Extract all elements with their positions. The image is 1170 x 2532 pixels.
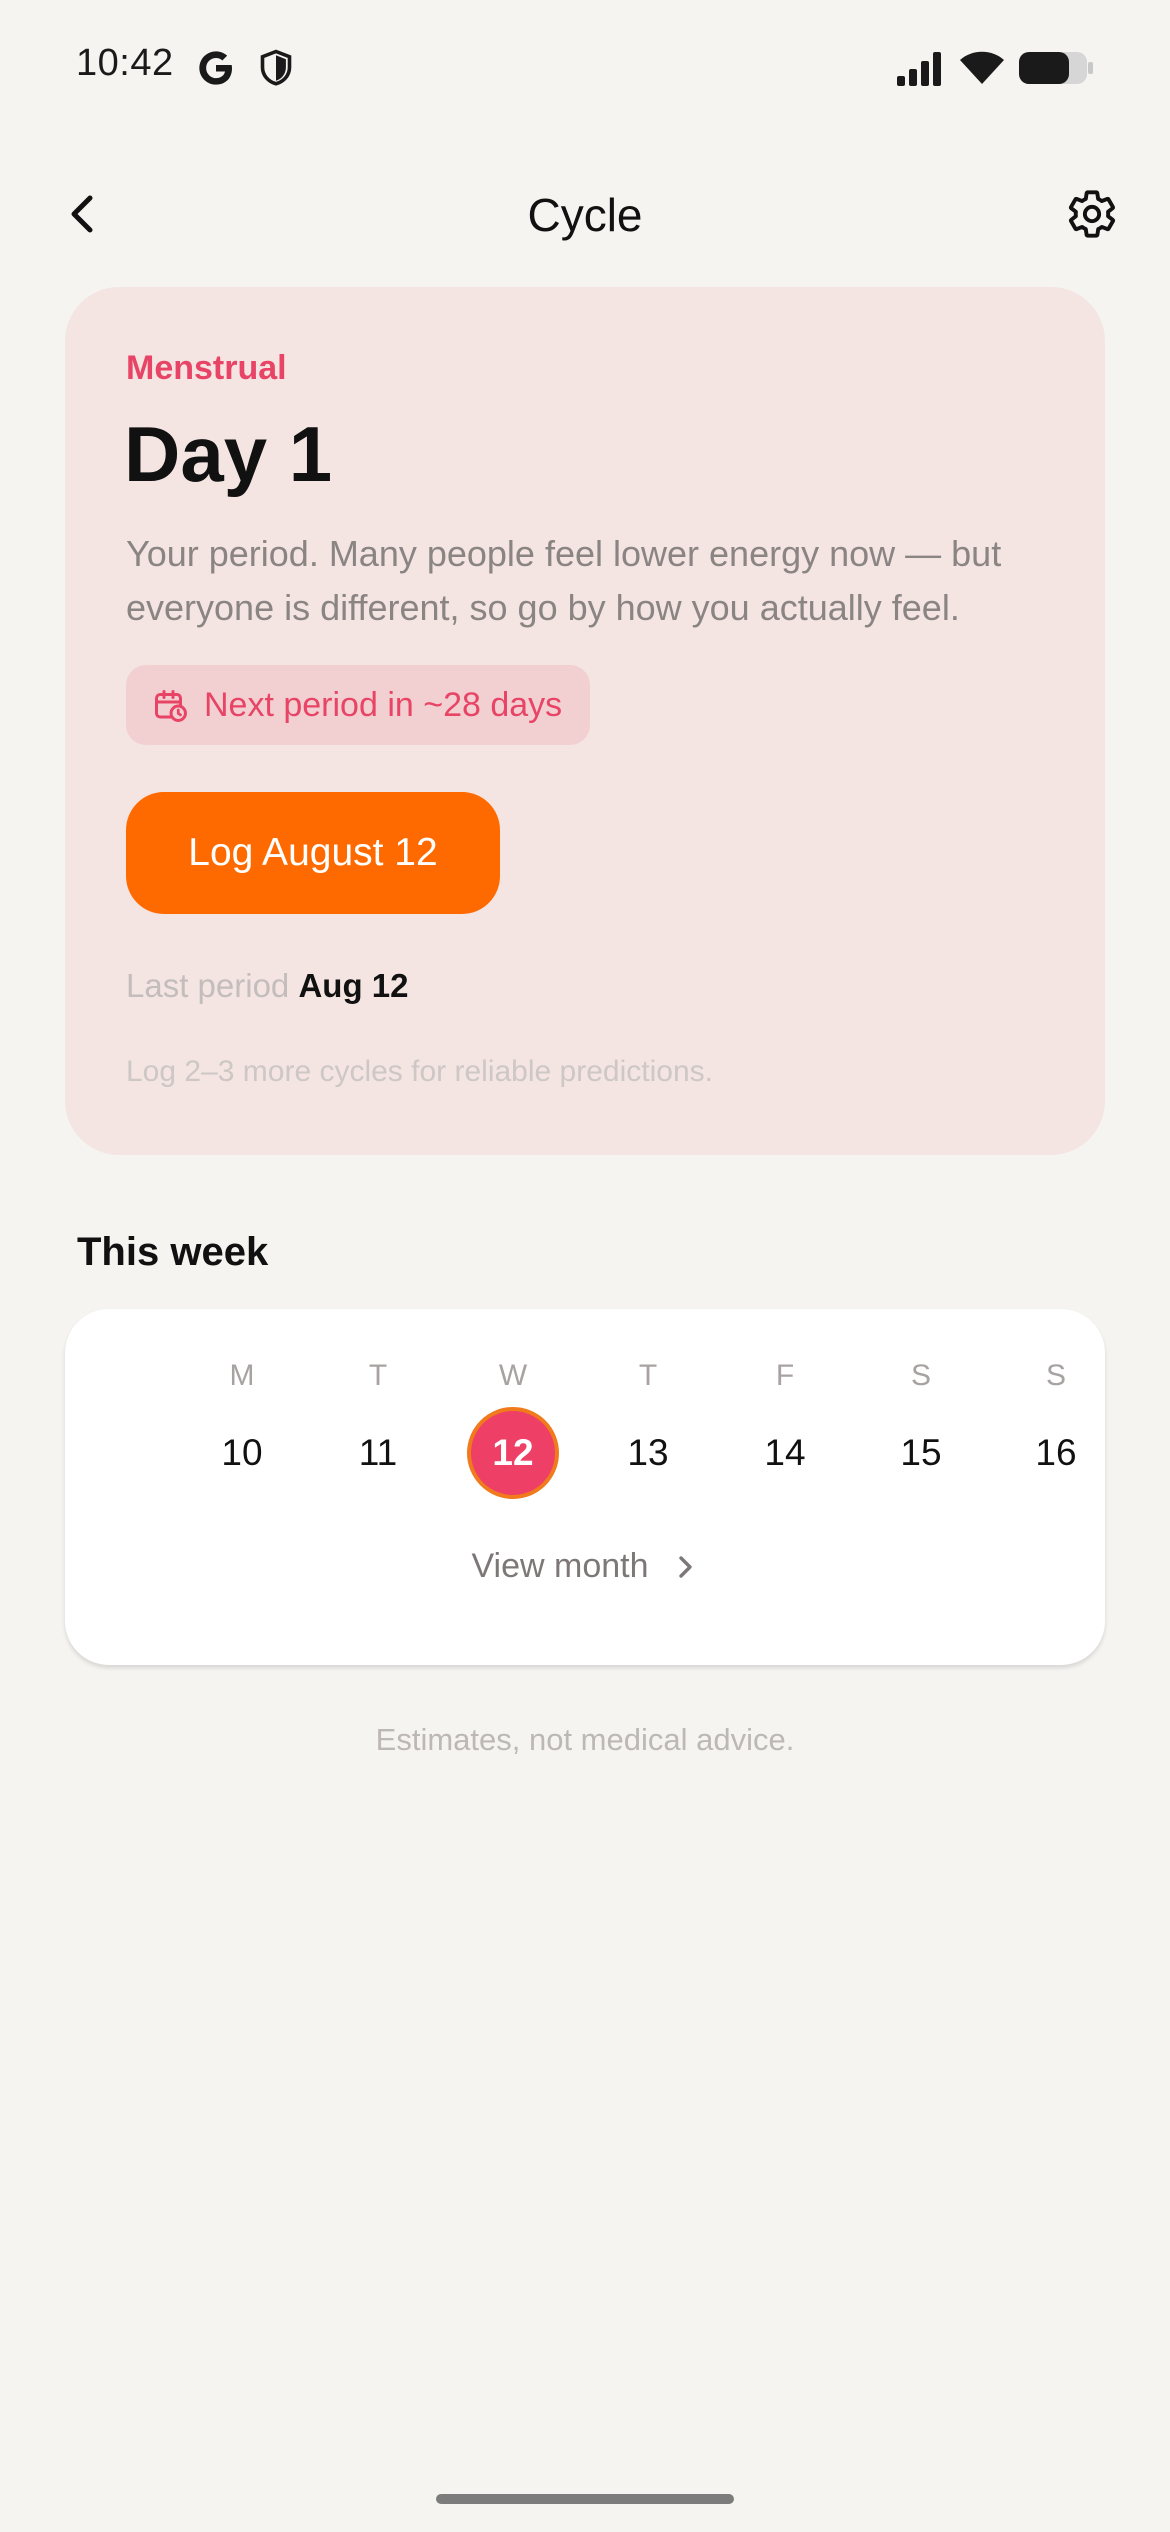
weekday-letter: W	[498, 1359, 528, 1392]
gear-icon	[1068, 190, 1116, 238]
week-card: M 10 T 11 W 12 T 13 F 14 S 15 S 16 View …	[65, 1309, 1105, 1665]
prediction-hint: Log 2–3 more cycles for reliable predict…	[126, 1055, 713, 1088]
signal-icon	[897, 52, 941, 86]
day-number: 13	[627, 1432, 669, 1473]
chevron-right-icon	[678, 1555, 692, 1578]
last-period: Last period Aug 12	[126, 967, 408, 1005]
log-day-button[interactable]: Log August 12	[126, 792, 500, 914]
day-number: 11	[358, 1432, 398, 1473]
day-number: 15	[900, 1432, 942, 1473]
weekday-letter: T	[638, 1359, 658, 1392]
view-month-link[interactable]: View month	[65, 1547, 1105, 1586]
app-bar: Cycle	[0, 160, 1170, 268]
phase-description: Your period. Many people feel lower ener…	[126, 533, 1002, 628]
week-day[interactable]: T 13	[593, 1359, 703, 1499]
day-number-selected: 12	[467, 1407, 559, 1499]
week-day[interactable]: S 16	[1001, 1359, 1111, 1499]
wifi-icon	[960, 51, 1004, 84]
day-number: 14	[764, 1432, 806, 1473]
cycle-day-title: Day 1	[124, 410, 333, 498]
page-title: Cycle	[527, 189, 643, 241]
google-icon	[199, 51, 232, 85]
week-day[interactable]: S 15	[866, 1359, 976, 1499]
weekday-letter: F	[775, 1359, 795, 1392]
week-day[interactable]: M 10	[187, 1359, 297, 1499]
next-period-chip: Next period in ~28 days	[126, 665, 591, 745]
battery-icon	[1019, 52, 1093, 84]
next-period-text: Next period in ~28 days	[204, 685, 563, 724]
status-bar: 10:42	[0, 0, 1170, 140]
weekday-letter: S	[910, 1359, 931, 1392]
weekday-letter: M	[229, 1359, 255, 1392]
disclaimer: Estimates, not medical advice.	[375, 1722, 795, 1757]
status-time: 10:42	[76, 42, 174, 84]
settings-button[interactable]	[1060, 182, 1124, 246]
calendar-clock-icon	[155, 690, 187, 722]
week-day-selected[interactable]: W 12	[458, 1359, 568, 1499]
home-indicator[interactable]	[436, 2494, 734, 2504]
weekday-letter: S	[1045, 1359, 1066, 1392]
phase-card: Menstrual Day 1 Your period. Many people…	[65, 287, 1105, 1155]
phase-label: Menstrual	[126, 349, 287, 387]
shield-icon	[260, 49, 292, 86]
view-month-label: View month	[471, 1547, 649, 1585]
last-period-value: Aug 12	[298, 967, 409, 1004]
day-number: 10	[221, 1432, 263, 1473]
weekday-letter: T	[368, 1359, 388, 1392]
this-week-title: This week	[77, 1230, 269, 1274]
week-day[interactable]: F 14	[730, 1359, 840, 1499]
week-day[interactable]: T 11	[323, 1359, 433, 1499]
week-row: M 10 T 11 W 12 T 13 F 14 S 15 S 16	[130, 1359, 1080, 1499]
day-number: 16	[1035, 1432, 1077, 1473]
last-period-label: Last period	[126, 967, 290, 1004]
